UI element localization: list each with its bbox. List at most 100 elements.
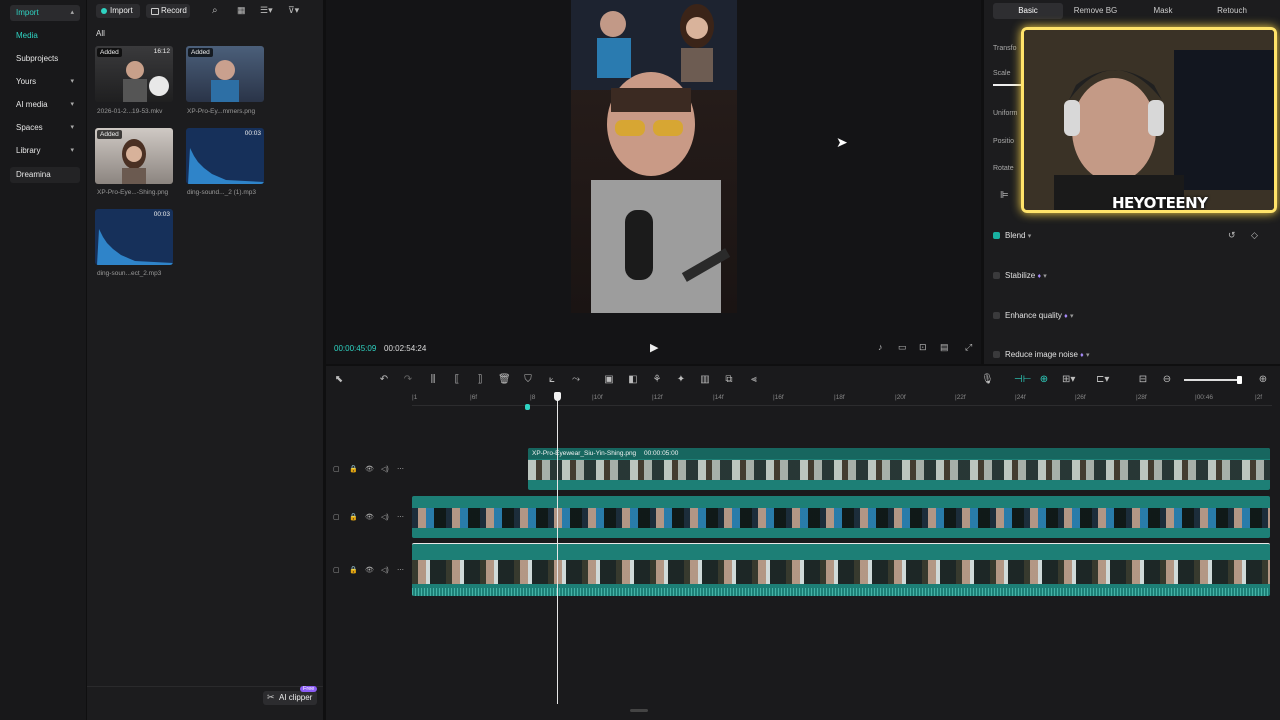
overlay-clip[interactable]: XP-Pro-Eyewear_Siu-Yin-Shing.png 00:00:0… — [528, 448, 1270, 490]
subtitle-icon[interactable]: ▭ — [898, 342, 907, 353]
sidebar-item-subprojects[interactable]: Subprojects — [10, 51, 80, 67]
preview-axis-icon[interactable]: ⊞▾ — [1062, 374, 1075, 386]
option-label: Reduce image noise — [1005, 350, 1078, 359]
blend-checkbox[interactable] — [993, 232, 1000, 239]
sort-icon[interactable]: ☰▾ — [260, 5, 273, 16]
video-clip-track-2[interactable] — [412, 496, 1270, 538]
import-button[interactable]: Import — [96, 4, 140, 18]
select-tool-icon[interactable]: ⬉ — [333, 374, 345, 386]
ruler-tick-label: |26f — [1075, 394, 1086, 401]
media-caption: ding-soun...ect_2.mp3 — [97, 270, 162, 277]
magnet-icon[interactable]: ⊣⊢ — [1014, 374, 1031, 386]
caption-icon[interactable]: ⊟ — [1137, 374, 1149, 386]
mic-icon[interactable]: 🎙 — [981, 374, 994, 386]
record-label: Record — [161, 6, 187, 15]
filter-icon[interactable]: ⊽▾ — [288, 5, 299, 16]
trim-right-icon[interactable]: ⟧ — [474, 374, 486, 386]
magic-icon[interactable]: ✦ — [675, 374, 687, 386]
scale-slider-track[interactable] — [993, 84, 1023, 86]
track-cover-icon[interactable]: ▢ — [333, 566, 340, 574]
eye-icon[interactable]: 👁 — [365, 465, 374, 473]
align-icon[interactable]: ⊫ — [1000, 190, 1009, 201]
sidebar-item-spaces[interactable]: Spaces ▾ — [10, 120, 80, 136]
media-thumb-image[interactable]: Added — [95, 128, 173, 184]
zoom-out-icon[interactable]: ⊖ — [1161, 374, 1173, 386]
eye-icon[interactable]: 👁 — [365, 566, 374, 574]
play-icon[interactable]: ▶ — [650, 341, 658, 354]
preview-canvas[interactable] — [571, 0, 737, 313]
playhead-handle[interactable] — [554, 392, 561, 401]
nav-import-header[interactable]: Import ▴ — [10, 5, 80, 21]
playhead-line[interactable] — [557, 398, 558, 704]
ai-remove-icon[interactable]: ⚘ — [651, 374, 663, 386]
tab-mask[interactable]: Mask — [1140, 3, 1186, 19]
split-icon[interactable]: ⫼ — [427, 374, 439, 386]
replace-icon[interactable]: ⧉ — [723, 374, 735, 386]
in-marker-icon[interactable] — [525, 404, 530, 410]
sidebar-item-library[interactable]: Library ▾ — [10, 143, 80, 159]
sidebar-item-dreamina[interactable]: Dreamina — [10, 167, 80, 183]
ratio-icon[interactable]: ▤ — [940, 342, 949, 353]
freeze-icon[interactable]: ▣ — [603, 374, 615, 386]
more-icon[interactable]: ⋯ — [397, 513, 404, 521]
media-thumb-image[interactable]: Added — [186, 46, 264, 102]
media-thumb-audio[interactable]: 00:03 — [186, 128, 264, 184]
audio-icon[interactable]: ◁) — [381, 465, 389, 473]
filter-all-label[interactable]: All — [96, 29, 105, 38]
tab-retouch[interactable]: Retouch — [1208, 3, 1256, 19]
zoom-slider[interactable] — [1184, 379, 1242, 381]
more-icon[interactable]: ⋯ — [397, 465, 404, 473]
snapshot-icon[interactable]: ⊡ — [919, 342, 927, 353]
media-caption: XP-Pro-Ey...mmers.png — [187, 108, 256, 115]
eye-icon[interactable]: 👁 — [365, 513, 374, 521]
audio-icon[interactable]: ◁) — [381, 566, 389, 574]
zoom-in-icon[interactable]: ⊕ — [1257, 374, 1269, 386]
sidebar-item-ai-media[interactable]: AI media ▾ — [10, 97, 80, 113]
trim-left-icon[interactable]: ⟦ — [451, 374, 463, 386]
speed-icon[interactable]: ⤳ — [570, 374, 582, 386]
tab-remove-bg[interactable]: Remove BG — [1068, 3, 1123, 19]
mirror-icon[interactable]: ◧ — [627, 374, 639, 386]
audio-icon[interactable]: ◁) — [381, 513, 389, 521]
option-stabilize[interactable]: Stabilize ♦ ▾ — [993, 271, 1047, 280]
tab-basic[interactable]: Basic — [993, 3, 1063, 19]
sidebar-item-media[interactable]: Media — [10, 28, 80, 44]
audio-split-icon[interactable]: ⫷ — [748, 374, 760, 386]
more-icon[interactable]: ⋯ — [397, 566, 404, 574]
main-video-track[interactable] — [412, 543, 1270, 596]
crop-icon[interactable]: ⟀ — [546, 374, 558, 386]
snap-icon[interactable]: ⊏▾ — [1096, 374, 1109, 386]
media-thumb-video[interactable]: Added 16:12 — [95, 46, 173, 102]
track-cover-icon[interactable]: ▢ — [333, 465, 340, 473]
import-label: Import — [110, 6, 133, 15]
lock-icon[interactable]: 🔒 — [349, 566, 358, 574]
enhance-quality-checkbox[interactable] — [993, 312, 1000, 319]
reduce-noise-checkbox[interactable] — [993, 351, 1000, 358]
link-icon[interactable]: ⊕ — [1038, 374, 1050, 386]
option-reduce-noise[interactable]: Reduce image noise ♦ ▾ — [993, 350, 1090, 359]
sidebar-item-label: AI media — [16, 100, 48, 109]
search-icon[interactable]: ⌕ — [212, 5, 218, 16]
option-enhance-quality[interactable]: Enhance quality ♦ ▾ — [993, 311, 1074, 320]
sidebar-item-yours[interactable]: Yours ▾ — [10, 74, 80, 90]
timeline-scrollbar[interactable] — [630, 709, 648, 712]
record-button[interactable]: Record — [146, 4, 190, 18]
zoom-slider-handle[interactable] — [1237, 376, 1242, 384]
reset-icon[interactable]: ↺ — [1228, 230, 1236, 241]
keyframe-icon[interactable]: ◇ — [1251, 230, 1258, 241]
delete-icon[interactable]: 🗑 — [498, 374, 511, 386]
option-blend[interactable]: Blend ▾ — [993, 231, 1031, 240]
track-cover-icon[interactable]: ▢ — [333, 513, 340, 521]
media-thumb-audio[interactable]: 00:03 — [95, 209, 173, 265]
fullscreen-icon[interactable]: ⤢ — [965, 342, 972, 353]
lock-icon[interactable]: 🔒 — [349, 465, 358, 473]
grid-view-icon[interactable]: ▦ — [237, 5, 246, 16]
tiktok-icon[interactable]: ♪ — [878, 342, 883, 352]
lock-icon[interactable]: 🔒 — [349, 513, 358, 521]
stabilize-checkbox[interactable] — [993, 272, 1000, 279]
undo-icon[interactable]: ↶ — [378, 374, 390, 386]
frame-icon[interactable]: ▥ — [699, 374, 711, 386]
ai-clipper-button[interactable]: ✂ AI clipper — [263, 691, 317, 705]
redo-icon[interactable]: ↷ — [402, 374, 414, 386]
marker-icon[interactable]: ⛉ — [522, 374, 534, 386]
